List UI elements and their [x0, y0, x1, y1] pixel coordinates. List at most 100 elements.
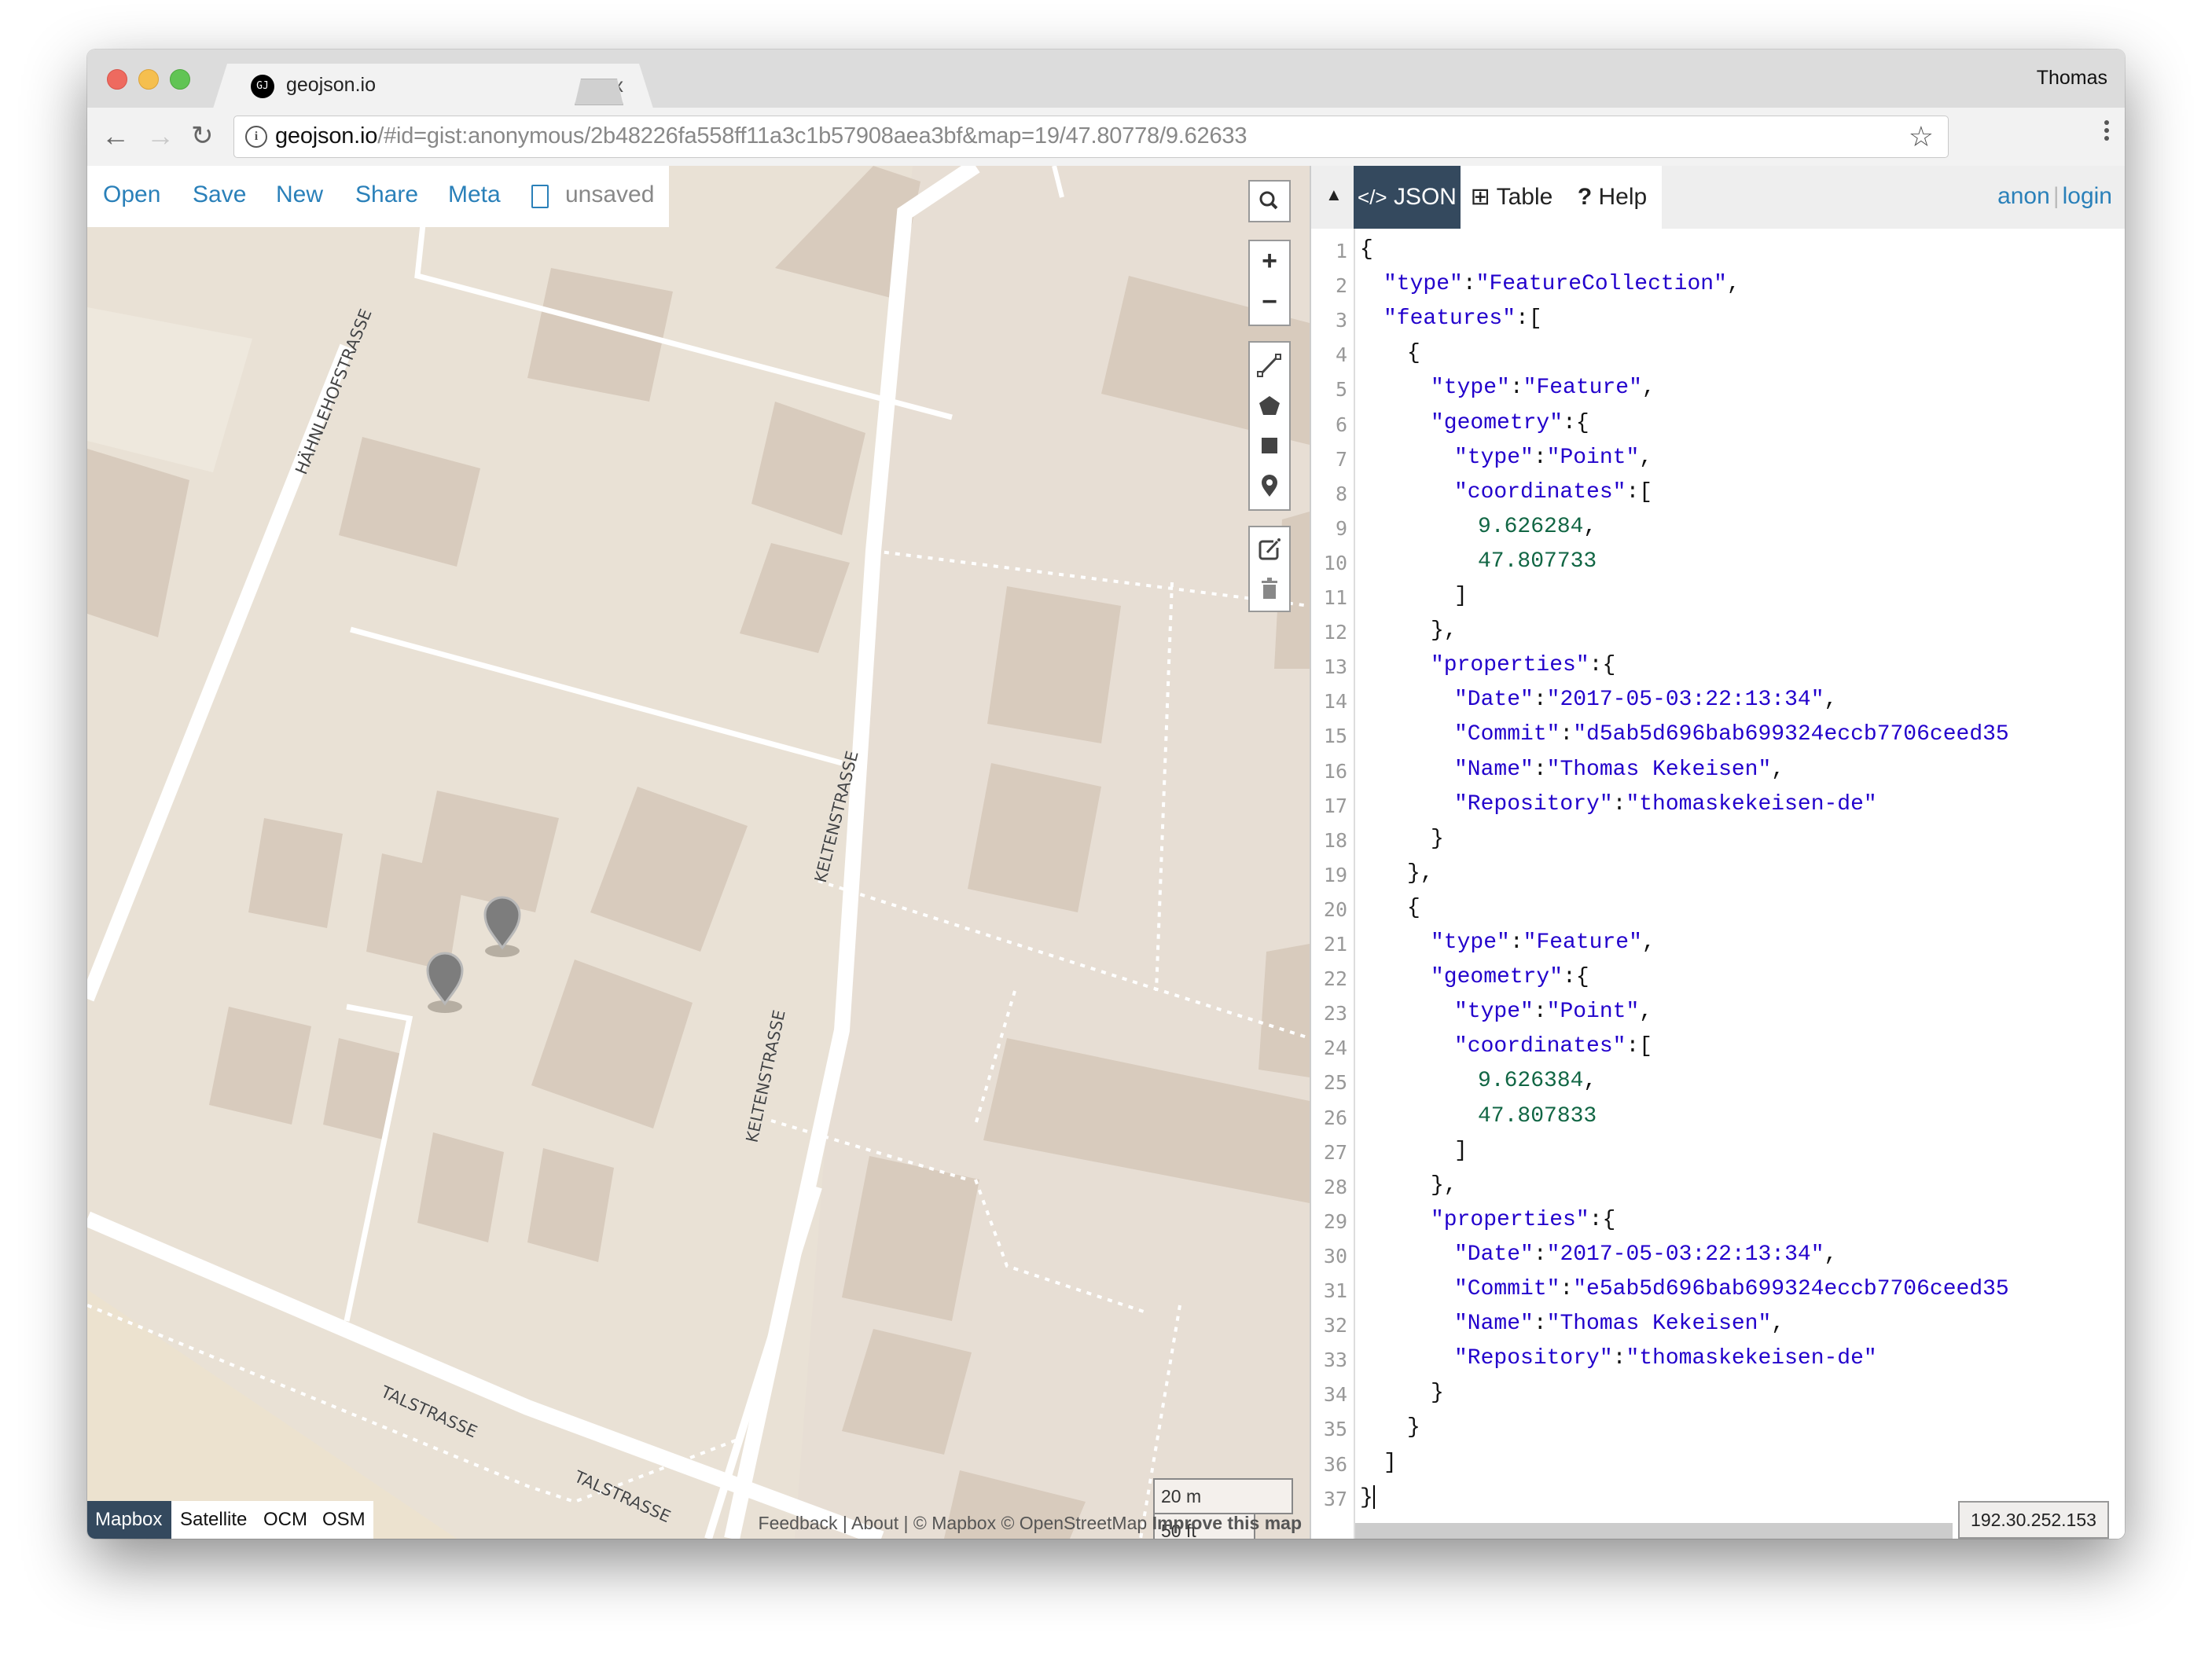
login-link[interactable]: login: [2063, 183, 2112, 209]
code-line[interactable]: },: [1431, 618, 1457, 643]
line-number: 14: [1323, 690, 1347, 714]
map-view[interactable]: HÄHNLEHOFSTRASSE KELTENSTRASSE KELTENSTR…: [87, 166, 1310, 1539]
share-button[interactable]: Share: [355, 182, 418, 208]
code-line[interactable]: "Repository":"thomaskekeisen-de": [1454, 792, 1877, 816]
code-line[interactable]: "coordinates":[: [1454, 1034, 1652, 1059]
code-line[interactable]: "Commit":"e5ab5d696bab699324eccb7706ceed…: [1454, 1277, 2009, 1301]
code-line[interactable]: {: [1407, 896, 1420, 920]
about-link[interactable]: About: [851, 1513, 898, 1533]
zoom-out-button[interactable]: −: [1250, 287, 1289, 317]
code-line[interactable]: "geometry":{: [1431, 411, 1589, 435]
map-search-button[interactable]: [1248, 180, 1291, 222]
draw-polygon-icon[interactable]: [1250, 387, 1289, 424]
code-line[interactable]: "Repository":"thomaskekeisen-de": [1454, 1346, 1877, 1371]
code-line[interactable]: 9.626384,: [1478, 1069, 1597, 1093]
code-line[interactable]: "Date":"2017-05-03:22:13:34",: [1454, 1242, 1837, 1267]
map-marker[interactable]: [483, 896, 521, 957]
feedback-link[interactable]: Feedback: [759, 1513, 838, 1533]
json-number: 9.626384: [1478, 1069, 1584, 1094]
maximize-window-button[interactable]: [170, 69, 190, 90]
code-line[interactable]: ]: [1454, 1139, 1468, 1163]
collapse-panel-icon[interactable]: ▲: [1325, 185, 1343, 205]
code-line[interactable]: "coordinates":[: [1454, 480, 1652, 505]
code-line[interactable]: "Name":"Thomas Kekeisen",: [1454, 758, 1784, 782]
map-marker[interactable]: [426, 952, 464, 1013]
json-punctuation: ,: [1824, 688, 1838, 713]
draw-marker-icon[interactable]: [1250, 468, 1289, 504]
layer-ocm[interactable]: OCM: [263, 1509, 307, 1531]
json-string: "d5ab5d696bab699324eccb7706ceed35: [1573, 722, 2009, 747]
line-number: 22: [1323, 967, 1347, 991]
code-line[interactable]: {: [1360, 237, 1373, 262]
save-button[interactable]: Save: [193, 182, 246, 208]
json-punctuation: {: [1407, 341, 1420, 366]
draw-rectangle-icon[interactable]: [1250, 428, 1289, 464]
code-line[interactable]: ]: [1383, 1451, 1397, 1475]
info-icon[interactable]: i: [245, 126, 267, 148]
back-arrow-icon[interactable]: ←: [101, 119, 130, 153]
code-line[interactable]: "Name":"Thomas Kekeisen",: [1454, 1312, 1784, 1336]
json-editor[interactable]: 1 2 3 4 5 6 7 8 9 10 11 12 13 14 15 16 17 18 19 20 21 22 23 24 2…: [1311, 229, 2125, 1539]
tab-json[interactable]: </> JSON: [1354, 166, 1461, 229]
open-button[interactable]: Open: [103, 182, 160, 208]
improve-map-link[interactable]: Improve this map: [1152, 1513, 1302, 1533]
code-line[interactable]: 47.807833: [1478, 1104, 1597, 1128]
json-punctuation: :: [1612, 1346, 1626, 1371]
anon-link[interactable]: anon: [1997, 183, 2050, 209]
json-punctuation: :{: [1563, 965, 1589, 990]
browser-menu-icon[interactable]: [2103, 117, 2111, 144]
code-line[interactable]: }: [1431, 1381, 1444, 1405]
tab-table[interactable]: ⊞ Table: [1461, 166, 1563, 229]
layer-satellite[interactable]: Satellite: [180, 1509, 247, 1531]
forward-arrow-icon[interactable]: →: [146, 119, 175, 153]
minimize-window-button[interactable]: [138, 69, 159, 90]
attribution-credits[interactable]: © Mapbox © OpenStreetMap: [913, 1513, 1147, 1533]
horizontal-scrollbar[interactable]: [1355, 1523, 1953, 1539]
code-line[interactable]: {: [1407, 341, 1420, 365]
code-line[interactable]: "type":"Feature",: [1431, 376, 1655, 400]
json-key: "Repository": [1454, 791, 1613, 816]
reload-icon[interactable]: ↻: [191, 119, 214, 153]
code-line[interactable]: "Date":"2017-05-03:22:13:34",: [1454, 688, 1837, 712]
code-line[interactable]: 47.807733: [1478, 549, 1597, 574]
code-line[interactable]: "properties":{: [1431, 653, 1615, 677]
url-text[interactable]: geojson.io/#id=gist:anonymous/2b48226fa5…: [275, 123, 1247, 149]
zoom-in-button[interactable]: +: [1250, 246, 1289, 277]
code-line[interactable]: "Commit":"d5ab5d696bab699324eccb7706ceed…: [1454, 722, 2009, 747]
code-line[interactable]: "type":"Point",: [1454, 446, 1652, 470]
code-line[interactable]: ]: [1454, 584, 1468, 608]
save-status: unsaved: [565, 182, 655, 207]
close-window-button[interactable]: [107, 69, 127, 90]
tab-help[interactable]: ? Help: [1563, 166, 1662, 229]
meta-button[interactable]: Meta: [448, 182, 501, 208]
profile-name[interactable]: Thomas: [2037, 67, 2107, 90]
line-number: 19: [1323, 863, 1347, 886]
code-line[interactable]: },: [1407, 861, 1434, 886]
new-tab-button[interactable]: [575, 79, 623, 105]
bookmark-star-icon[interactable]: ☆: [1909, 120, 1934, 153]
line-number: 34: [1323, 1383, 1347, 1407]
address-bar[interactable]: i geojson.io/#id=gist:anonymous/2b48226f…: [233, 116, 1949, 158]
delete-trash-icon[interactable]: [1250, 570, 1289, 606]
code-line[interactable]: }: [1431, 827, 1444, 851]
draw-line-icon[interactable]: [1250, 347, 1289, 383]
code-line[interactable]: }: [1360, 1484, 1375, 1510]
map-tiles[interactable]: HÄHNLEHOFSTRASSE KELTENSTRASSE KELTENSTR…: [87, 166, 1310, 1539]
code-line[interactable]: "properties":{: [1431, 1208, 1615, 1232]
code-line[interactable]: 9.626284,: [1478, 515, 1597, 539]
tab-help-label: Help: [1598, 184, 1648, 210]
line-number: 15: [1323, 725, 1347, 748]
json-punctuation: :: [1560, 722, 1574, 747]
code-line[interactable]: "type":"Point",: [1454, 1000, 1652, 1024]
new-button[interactable]: New: [276, 182, 323, 208]
code-line[interactable]: "geometry":{: [1431, 965, 1589, 989]
code-line[interactable]: "features":[: [1383, 306, 1542, 331]
json-string: "Thomas Kekeisen": [1546, 1312, 1772, 1337]
layer-osm[interactable]: OSM: [322, 1509, 366, 1531]
code-line[interactable]: "type":"FeatureCollection",: [1383, 272, 1740, 296]
code-line[interactable]: }: [1407, 1415, 1420, 1440]
layer-mapbox[interactable]: Mapbox: [95, 1509, 162, 1531]
edit-layers-icon[interactable]: [1250, 530, 1289, 567]
code-line[interactable]: },: [1431, 1173, 1457, 1198]
code-line[interactable]: "type":"Feature",: [1431, 930, 1655, 955]
